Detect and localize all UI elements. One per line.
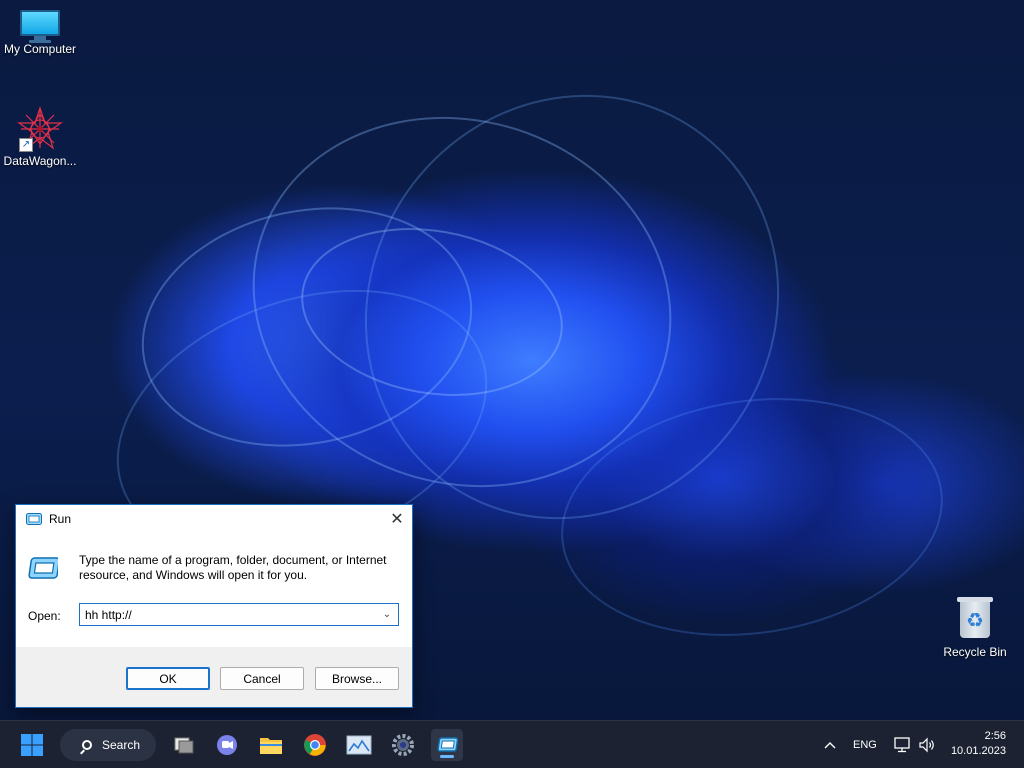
clock[interactable]: 2:56 10.01.2023 xyxy=(951,729,1006,759)
cancel-button[interactable]: Cancel xyxy=(220,667,304,690)
volume-button[interactable] xyxy=(911,729,943,761)
recycle-bin-icon: ♻ xyxy=(957,597,993,639)
computer-icon xyxy=(20,10,60,43)
open-input[interactable] xyxy=(80,604,375,625)
chat-icon xyxy=(217,735,237,755)
run-dialog: Run ✕ Type the name of a program, folder… xyxy=(15,504,413,708)
network-icon xyxy=(894,737,910,753)
run-icon xyxy=(28,557,58,579)
desktop-icon-datawagon[interactable]: ↗ DataWagon... xyxy=(0,100,80,168)
close-icon: ✕ xyxy=(390,511,404,528)
taskbar-search[interactable]: Search xyxy=(60,729,156,761)
start-icon xyxy=(21,734,43,756)
ok-button[interactable]: OK xyxy=(126,667,210,690)
run-dialog-title: Run xyxy=(49,512,72,526)
run-app-icon xyxy=(437,737,458,752)
desktop-icon-label: My Computer xyxy=(3,42,77,56)
chrome-icon xyxy=(304,734,326,756)
chevron-down-icon[interactable]: ⌄ xyxy=(380,607,394,621)
desktop-icon-my-computer[interactable]: My Computer xyxy=(0,0,80,56)
settings-icon xyxy=(392,734,414,756)
chevron-up-icon xyxy=(824,742,836,749)
task-view-icon xyxy=(174,737,194,754)
image-app-button[interactable] xyxy=(343,729,375,761)
run-dialog-titlebar[interactable]: Run ✕ xyxy=(16,505,412,533)
open-label: Open: xyxy=(28,609,61,623)
volume-icon xyxy=(919,737,934,753)
show-hidden-icons-button[interactable] xyxy=(814,729,846,761)
desktop-icon-label: DataWagon... xyxy=(3,154,77,168)
search-icon xyxy=(82,740,92,750)
desktop-icon-recycle-bin[interactable]: ♻ Recycle Bin xyxy=(935,597,1015,659)
chat-button[interactable] xyxy=(211,729,243,761)
image-app-icon xyxy=(346,735,372,755)
active-indicator xyxy=(440,755,454,758)
run-icon xyxy=(26,513,42,525)
file-explorer-button[interactable] xyxy=(255,729,287,761)
chrome-button[interactable] xyxy=(299,729,331,761)
start-button[interactable] xyxy=(16,729,48,761)
clock-date: 10.01.2023 xyxy=(950,745,1006,757)
taskbar: Search ENG 2:56 10.01.2023 xyxy=(0,720,1024,768)
open-combobox[interactable]: ⌄ xyxy=(79,603,399,626)
run-dialog-body: Type the name of a program, folder, docu… xyxy=(16,533,412,647)
run-description: Type the name of a program, folder, docu… xyxy=(79,553,387,582)
run-app-button[interactable] xyxy=(431,729,463,761)
settings-button[interactable] xyxy=(387,729,419,761)
shortcut-arrow-icon: ↗ xyxy=(19,138,33,152)
desktop-icon-label: Recycle Bin xyxy=(943,645,1007,659)
clock-time: 2:56 xyxy=(984,730,1006,742)
search-label: Search xyxy=(102,738,141,752)
browse-button[interactable]: Browse... xyxy=(315,667,399,690)
datawagon-app-icon: ↗ xyxy=(17,106,63,152)
language-indicator[interactable]: ENG xyxy=(853,739,877,751)
task-view-button[interactable] xyxy=(168,729,200,761)
close-button[interactable]: ✕ xyxy=(382,505,412,533)
file-explorer-icon xyxy=(260,738,282,754)
